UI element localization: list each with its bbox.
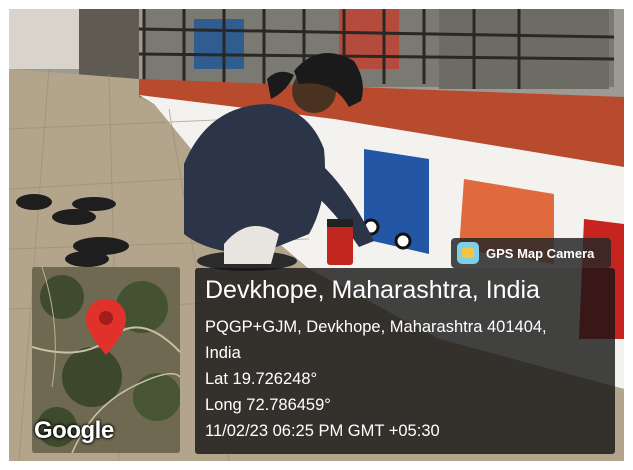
location-map-thumbnail: Google (32, 267, 180, 453)
latitude-text: Lat 19.726248° (205, 370, 318, 388)
address-line-1: PQGP+GJM, Devkhope, Maharashtra 401404, (205, 318, 547, 336)
google-logo: Google (34, 417, 114, 444)
badge-label: GPS Map Camera (486, 245, 595, 261)
gps-map-camera-badge: GPS Map Camera (451, 238, 611, 268)
map-pin-icon (86, 299, 126, 355)
longitude-text: Long 72.786459° (205, 396, 331, 414)
photo-frame: GPS Map Camera Google Devkhope, Maharash… (9, 9, 624, 461)
gps-map-camera-icon (457, 242, 479, 264)
location-info-panel: Devkhope, Maharashtra, India PQGP+GJM, D… (195, 268, 615, 454)
address-line-2: India (205, 344, 241, 362)
location-title: Devkhope, Maharashtra, India (205, 276, 540, 304)
datetime-text: 11/02/23 06:25 PM GMT +05:30 (205, 422, 440, 440)
